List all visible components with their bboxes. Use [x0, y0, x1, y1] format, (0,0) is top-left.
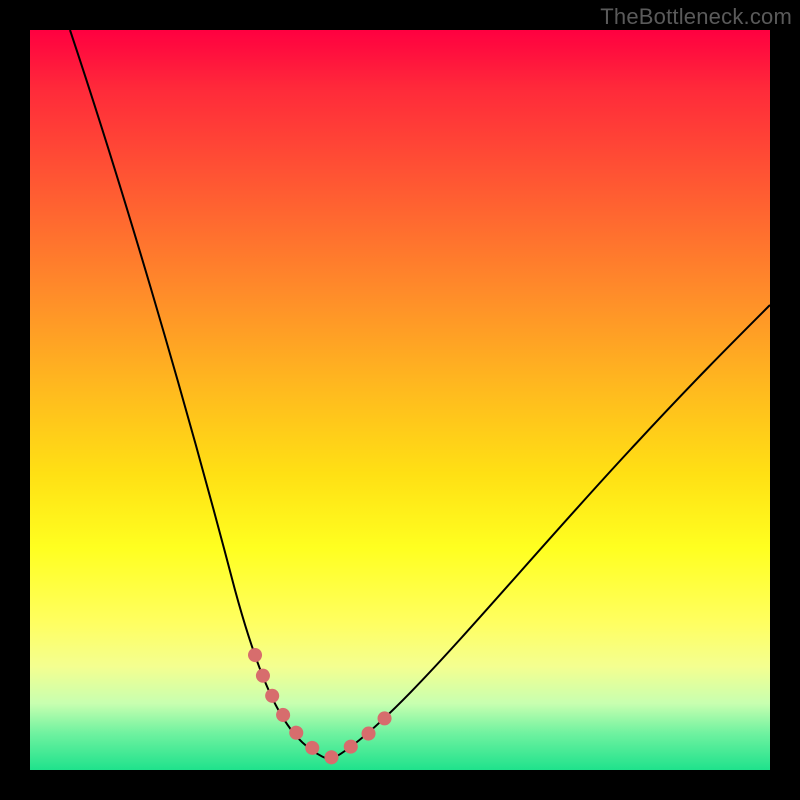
right-curve — [330, 305, 770, 760]
left-curve — [70, 30, 330, 760]
curve-layer — [30, 30, 770, 770]
watermark-text: TheBottleneck.com — [600, 4, 792, 30]
